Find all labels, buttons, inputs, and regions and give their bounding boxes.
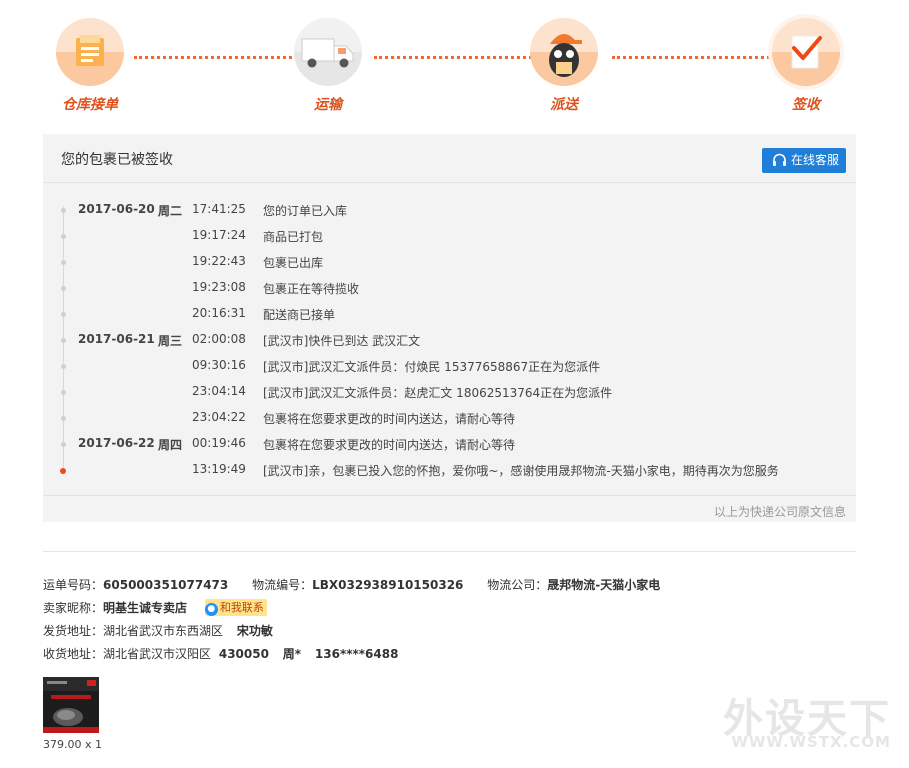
contact-label: 和我联系 bbox=[219, 601, 264, 614]
timeline-row: 23:04:14 [武汉市]武汉汇文派件员：赵虎汇文 18062513764正在为… bbox=[43, 384, 856, 410]
ship-to-address: 湖北省武汉市汉阳区 bbox=[103, 647, 212, 661]
step-label: 派送 bbox=[550, 97, 578, 113]
event-time: 23:04:14 bbox=[192, 384, 246, 398]
timeline-row: 23:04:22 包裹将在您要求更改的时间内送达，请耐心等待 bbox=[43, 410, 856, 436]
headset-icon bbox=[773, 153, 786, 166]
ship-to-line: 收货地址：湖北省武汉市汉阳区 430050 周* 136****6488 bbox=[43, 645, 398, 662]
event-description: 包裹将在您要求更改的时间内送达，请耐心等待 bbox=[263, 438, 516, 452]
company-label: 物流公司： bbox=[487, 578, 548, 592]
event-time: 17:41:25 bbox=[192, 202, 246, 216]
timeline-dot bbox=[61, 208, 66, 213]
event-weekday: 周三 bbox=[158, 334, 183, 348]
waybill-label: 运单号码： bbox=[43, 578, 104, 592]
step-signed: 签收 bbox=[746, 18, 866, 114]
timeline-row: 20:16:31 配送商已接单 bbox=[43, 306, 856, 332]
timeline-row: 2017-06-21 周三 02:00:08 [武汉市]快件已到达 武汉汇文 bbox=[43, 332, 856, 358]
waybill-line: 运单号码：605000351077473 物流编号：LBX03293891015… bbox=[43, 576, 660, 593]
timeline-dot bbox=[60, 468, 66, 474]
event-description: [武汉市]亲，包裹已投入您的怀抱，爱你哦~，感谢使用晟邦物流-天猫小家电，期待再… bbox=[263, 464, 779, 478]
event-description: 您的订单已入库 bbox=[263, 204, 348, 218]
timeline-row: 2017-06-20 周二 17:41:25 您的订单已入库 bbox=[43, 202, 856, 228]
ship-from-label: 发货地址： bbox=[43, 624, 104, 638]
timeline-row: 13:19:49 [武汉市]亲，包裹已投入您的怀抱，爱你哦~，感谢使用晟邦物流-天… bbox=[43, 462, 856, 488]
timeline-row: 19:17:24 商品已打包 bbox=[43, 228, 856, 254]
timeline-dot bbox=[61, 442, 66, 447]
event-description: 包裹将在您要求更改的时间内送达，请耐心等待 bbox=[263, 412, 516, 426]
ship-from-address: 湖北省武汉市东西湖区 bbox=[103, 624, 224, 638]
seller-line: 卖家昵称：明基生诚专卖店 ● 和我联系 bbox=[43, 599, 267, 617]
seller-name[interactable]: 明基生诚专卖店 bbox=[103, 601, 187, 615]
event-time: 13:19:49 bbox=[192, 462, 246, 476]
divider bbox=[43, 551, 856, 552]
timeline-dot bbox=[61, 390, 66, 395]
timeline-dot bbox=[61, 286, 66, 291]
event-time: 19:17:24 bbox=[192, 228, 246, 242]
waybill-number: 605000351077473 bbox=[103, 578, 229, 592]
event-time: 20:16:31 bbox=[192, 306, 246, 320]
event-date: 2017-06-22 bbox=[78, 436, 155, 450]
event-time: 02:00:08 bbox=[192, 332, 246, 346]
truck-icon bbox=[301, 38, 354, 68]
logistics-company: 晟邦物流-天猫小家电 bbox=[547, 578, 661, 592]
step-warehouse: 仓库接单 bbox=[30, 18, 150, 114]
timeline-dot bbox=[61, 364, 66, 369]
timeline-row: 2017-06-22 周四 00:19:46 包裹将在您要求更改的时间内送达，请耐心等… bbox=[43, 436, 856, 462]
online-service-button[interactable]: 在线客服 bbox=[762, 148, 846, 173]
panel-header: 您的包裹已被签收 在线客服 bbox=[43, 134, 856, 183]
timeline-row: 09:30:16 [武汉市]武汉汇文派件员：付焕民 15377658867正在为您… bbox=[43, 358, 856, 384]
step-label: 仓库接单 bbox=[62, 97, 118, 113]
event-weekday: 周二 bbox=[158, 204, 183, 218]
product-thumbnail[interactable] bbox=[43, 677, 99, 733]
online-service-label: 在线客服 bbox=[791, 153, 840, 167]
event-description: 包裹已出库 bbox=[263, 256, 324, 270]
ship-to-phone: 136****6488 bbox=[314, 647, 399, 661]
event-time: 19:22:43 bbox=[192, 254, 246, 268]
tracking-panel: 您的包裹已被签收 在线客服 2017-06-20 周二 17:41:25 您的订单已入… bbox=[43, 134, 856, 522]
contact-seller-button[interactable]: ● 和我联系 bbox=[204, 599, 267, 616]
seller-label: 卖家昵称： bbox=[43, 601, 104, 615]
ship-to-label: 收货地址： bbox=[43, 647, 104, 661]
timeline-dot bbox=[61, 312, 66, 317]
event-time: 09:30:16 bbox=[192, 358, 246, 372]
event-description: 包裹正在等待揽收 bbox=[263, 282, 360, 296]
step-label: 签收 bbox=[792, 97, 820, 113]
ship-to-name: 周* bbox=[282, 647, 302, 661]
watermark-url: WWW.WSTX.COM bbox=[731, 733, 891, 751]
logistics-number: LBX032938910150326 bbox=[312, 578, 464, 592]
warehouse-doc-icon bbox=[76, 35, 104, 66]
event-time: 00:19:46 bbox=[192, 436, 246, 450]
event-time: 23:04:22 bbox=[192, 410, 246, 424]
delivery-progress: 仓库接单 运输 派送 签收 bbox=[0, 0, 909, 125]
event-description: [武汉市]武汉汇文派件员：付焕民 15377658867正在为您派件 bbox=[263, 360, 601, 374]
event-description: 配送商已接单 bbox=[263, 308, 336, 322]
panel-footer: 以上为快递公司原文信息 bbox=[43, 495, 856, 519]
event-date: 2017-06-21 bbox=[78, 332, 155, 346]
event-description: [武汉市]快件已到达 武汉汇文 bbox=[263, 334, 421, 348]
ship-from-name: 宋功敏 bbox=[236, 624, 273, 638]
timeline-row: 19:22:43 包裹已出库 bbox=[43, 254, 856, 280]
timeline-dot bbox=[61, 260, 66, 265]
signed-check-icon bbox=[791, 35, 822, 69]
event-time: 19:23:08 bbox=[192, 280, 246, 294]
timeline-row: 19:23:08 包裹正在等待揽收 bbox=[43, 280, 856, 306]
step-label: 运输 bbox=[314, 97, 342, 113]
mouse-product-image bbox=[43, 677, 99, 733]
logistics-no-label: 物流编号： bbox=[252, 578, 313, 592]
timeline-dot bbox=[61, 234, 66, 239]
timeline-dot bbox=[61, 338, 66, 343]
product-price-qty: 379.00 x 1 bbox=[43, 738, 102, 751]
courier-icon bbox=[549, 34, 582, 77]
panel-title: 您的包裹已被签收 bbox=[61, 152, 173, 168]
event-date: 2017-06-20 bbox=[78, 202, 155, 216]
ship-from-line: 发货地址：湖北省武汉市东西湖区 宋功敏 bbox=[43, 622, 273, 639]
ship-to-zip: 430050 bbox=[218, 647, 269, 661]
step-delivery: 派送 bbox=[504, 18, 624, 114]
event-description: 商品已打包 bbox=[263, 230, 324, 244]
timeline-dot bbox=[61, 416, 66, 421]
chat-icon: ● bbox=[204, 603, 218, 616]
step-transport: 运输 bbox=[268, 18, 388, 114]
source-note: 以上为快递公司原文信息 bbox=[713, 505, 846, 519]
event-weekday: 周四 bbox=[158, 438, 183, 452]
event-description: [武汉市]武汉汇文派件员：赵虎汇文 18062513764正在为您派件 bbox=[263, 386, 613, 400]
